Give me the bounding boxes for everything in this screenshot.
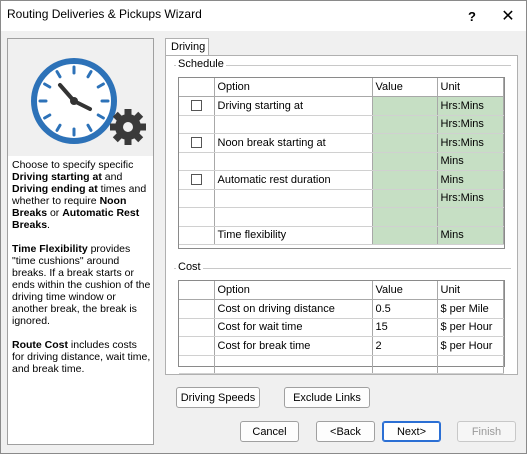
cost-unit-cell: $ per Hour (437, 336, 504, 356)
schedule-unit-cell: Hrs:Mins (437, 115, 504, 134)
cost-unit-cell (437, 355, 504, 374)
schedule-row-checkbox-cell (179, 115, 215, 134)
cost-unit-cell: $ per Hour (437, 318, 504, 337)
header-unit: Unit (437, 78, 504, 97)
schedule-unit-cell: Mins (437, 170, 504, 190)
cost-row-blank-cell (179, 336, 215, 356)
schedule-row-checkbox-cell (179, 189, 215, 208)
tab-driving[interactable]: Driving (165, 38, 209, 56)
cost-option-cell (214, 355, 373, 374)
wizard-window: Routing Deliveries & Pickups Wizard ? ✕ (0, 0, 527, 454)
schedule-unit-cell (437, 207, 504, 227)
header-checkbox (179, 78, 215, 97)
cost-option-cell: Cost for wait time (214, 318, 373, 337)
cost-value-cell[interactable]: 0.5 (372, 299, 438, 319)
window-title: Routing Deliveries & Pickups Wizard (7, 7, 202, 21)
schedule-option-cell (214, 115, 373, 134)
back-button[interactable]: <Back (316, 421, 375, 442)
schedule-row-checkbox-cell[interactable] (179, 133, 215, 153)
header-value: Value (372, 78, 438, 97)
schedule-value-cell[interactable] (372, 189, 438, 208)
driving-speeds-button[interactable]: Driving Speeds (176, 387, 260, 408)
schedule-unit-cell: Hrs:Mins (437, 133, 504, 153)
schedule-value-cell[interactable] (372, 207, 438, 227)
next-button[interactable]: Next> (382, 421, 441, 442)
header-value: Value (372, 281, 438, 300)
header-option: Option (214, 281, 373, 300)
schedule-option-cell: Time flexibility (214, 226, 373, 245)
title-bar: Routing Deliveries & Pickups Wizard ? ✕ (1, 1, 526, 31)
finish-button: Finish (457, 421, 516, 442)
cost-row[interactable] (179, 355, 504, 374)
clock-gear-icon (30, 57, 150, 149)
schedule-row-checkbox-cell[interactable] (179, 96, 215, 116)
schedule-grid[interactable]: Option Value Unit Driving starting at Hrs… (178, 77, 505, 249)
info-paragraph-driving: Choose to specify specific Driving start… (12, 159, 147, 231)
help-button[interactable]: ? (455, 1, 489, 31)
schedule-unit-cell: Hrs:Mins (437, 189, 504, 208)
schedule-row[interactable] (179, 207, 504, 227)
schedule-group-label: Schedule (176, 58, 226, 70)
cost-value-cell[interactable]: 2 (372, 336, 438, 356)
schedule-header-row: Option Value Unit (179, 78, 504, 97)
schedule-row[interactable]: Driving starting at Hrs:Mins (179, 96, 504, 116)
info-panel: Choose to specify specific Driving start… (7, 38, 154, 445)
schedule-row-checkbox-cell (179, 226, 215, 245)
info-text: Choose to specify specific Driving start… (12, 159, 152, 387)
schedule-unit-cell: Mins (437, 152, 504, 171)
schedule-row-checkbox-cell (179, 207, 215, 227)
schedule-option-cell: Driving starting at (214, 96, 373, 116)
cost-row-blank-cell (179, 299, 215, 319)
header-unit: Unit (437, 281, 504, 300)
cost-row[interactable]: Cost for break time 2 $ per Hour (179, 336, 504, 356)
schedule-option-cell: Automatic rest duration (214, 170, 373, 190)
schedule-row[interactable]: Mins (179, 152, 504, 171)
cost-value-cell[interactable]: 15 (372, 318, 438, 337)
schedule-value-cell[interactable] (372, 170, 438, 190)
cost-group-line (174, 268, 511, 269)
option-checkbox[interactable] (190, 100, 202, 112)
schedule-value-cell[interactable] (372, 96, 438, 116)
schedule-option-cell (214, 189, 373, 208)
schedule-unit-cell: Mins (437, 226, 504, 245)
schedule-row[interactable]: Automatic rest duration Mins (179, 170, 504, 190)
cost-row-blank-cell (179, 355, 215, 374)
option-checkbox[interactable] (190, 174, 202, 186)
option-checkbox[interactable] (190, 137, 202, 149)
schedule-unit-cell: Hrs:Mins (437, 96, 504, 116)
schedule-row[interactable]: Time flexibility Mins (179, 226, 504, 245)
cost-row-blank-cell (179, 318, 215, 337)
schedule-value-cell[interactable] (372, 115, 438, 134)
schedule-value-cell[interactable] (372, 226, 438, 245)
schedule-option-cell (214, 152, 373, 171)
cost-value-cell[interactable] (372, 355, 438, 374)
driving-tab-panel: Schedule Option Value Unit Driving start… (165, 55, 518, 375)
schedule-value-cell[interactable] (372, 133, 438, 153)
schedule-option-cell (214, 207, 373, 227)
header-blank (179, 281, 215, 300)
schedule-row-checkbox-cell[interactable] (179, 170, 215, 190)
schedule-row[interactable]: Hrs:Mins (179, 189, 504, 208)
info-paragraph-cost: Route Cost includes costs for driving di… (12, 339, 151, 375)
cost-group-label: Cost (176, 261, 203, 273)
schedule-option-cell: Noon break starting at (214, 133, 373, 153)
close-button[interactable]: ✕ (491, 1, 525, 31)
cancel-button[interactable]: Cancel (240, 421, 299, 442)
cost-option-cell: Cost for break time (214, 336, 373, 356)
cost-row[interactable]: Cost for wait time 15 $ per Hour (179, 318, 504, 337)
info-paragraph-flexibility: Time Flexibility provides "time cushions… (12, 243, 151, 327)
schedule-row-checkbox-cell (179, 152, 215, 171)
exclude-links-button[interactable]: Exclude Links (284, 387, 370, 408)
cost-option-cell: Cost on driving distance (214, 299, 373, 319)
schedule-row[interactable]: Hrs:Mins (179, 115, 504, 134)
cost-header-row: Option Value Unit (179, 281, 504, 300)
cost-grid[interactable]: Option Value Unit Cost on driving distan… (178, 280, 505, 374)
cost-unit-cell: $ per Mile (437, 299, 504, 319)
info-icon-area (8, 39, 153, 156)
header-option: Option (214, 78, 373, 97)
schedule-value-cell[interactable] (372, 152, 438, 171)
schedule-row[interactable]: Noon break starting at Hrs:Mins (179, 133, 504, 153)
cost-row[interactable]: Cost on driving distance 0.5 $ per Mile (179, 299, 504, 319)
